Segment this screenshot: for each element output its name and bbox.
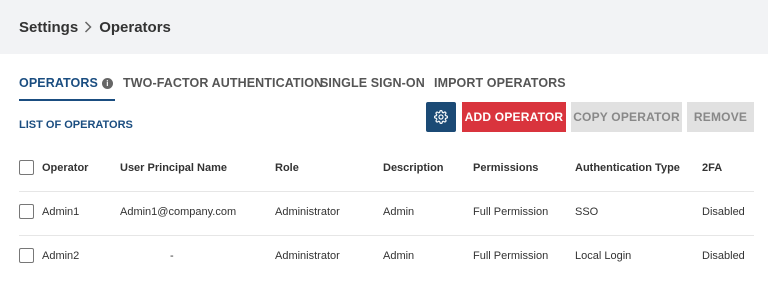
operators-table: Operator User Principal Name Role Descri… (0, 148, 768, 279)
auth-type-cell: SSO (575, 206, 599, 218)
role-cell: Administrator (275, 250, 340, 262)
chevron-right-icon (84, 21, 92, 33)
list-title: LIST OF OPERATORS (19, 119, 133, 131)
table-row[interactable]: Admin2 - Administrator Admin Full Permis… (19, 236, 754, 279)
tab-import-operators[interactable]: IMPORT OPERATORS (434, 76, 566, 90)
settings-button[interactable] (426, 102, 456, 132)
column-header-2fa[interactable]: 2FA (702, 162, 722, 174)
gear-icon (434, 110, 448, 124)
operator-cell: Admin1 (42, 206, 80, 218)
remove-button[interactable]: REMOVE (687, 102, 754, 132)
row-checkbox[interactable] (19, 204, 34, 219)
tab-two-factor-authentication[interactable]: TWO-FACTOR AUTHENTICATION (123, 76, 323, 90)
table-header-row: Operator User Principal Name Role Descri… (19, 148, 754, 192)
info-icon[interactable]: i (101, 78, 113, 89)
breadcrumb-settings[interactable]: Settings (19, 19, 78, 36)
upn-cell: Admin1@company.com (120, 206, 237, 218)
add-operator-button[interactable]: ADD OPERATOR (462, 102, 566, 132)
twofa-cell: Disabled (702, 206, 745, 218)
column-header-role[interactable]: Role (275, 162, 299, 174)
active-tab-indicator (19, 99, 115, 101)
row-checkbox[interactable] (19, 248, 34, 263)
tab-operators-label: OPERATORS (19, 76, 98, 90)
tab-bar: OPERATORS i TWO-FACTOR AUTHENTICATION SIN… (0, 62, 768, 102)
breadcrumb-operators: Operators (99, 18, 171, 36)
operator-cell: Admin2 (42, 250, 80, 262)
copy-operator-button[interactable]: COPY OPERATOR (571, 102, 682, 132)
column-header-upn[interactable]: User Principal Name (120, 162, 227, 174)
column-header-operator[interactable]: Operator (42, 162, 88, 174)
table-row[interactable]: Admin1 Admin1@company.com Administrator … (19, 192, 754, 236)
tab-single-sign-on[interactable]: SINGLE SIGN-ON (320, 76, 425, 90)
toolbar: LIST OF OPERATORS ADD OPERATOR COPY OPER… (0, 102, 768, 148)
description-cell: Admin (383, 250, 415, 262)
role-cell: Administrator (275, 206, 340, 218)
breadcrumb: Settings Operators (0, 0, 768, 54)
select-all-checkbox[interactable] (19, 160, 34, 175)
auth-type-cell: Local Login (575, 250, 632, 262)
description-cell: Admin (383, 206, 415, 218)
column-header-permissions[interactable]: Permissions (473, 162, 538, 174)
twofa-cell: Disabled (702, 250, 745, 262)
permissions-cell: Full Permission (473, 206, 549, 218)
tab-operators[interactable]: OPERATORS i (19, 76, 115, 101)
column-header-description[interactable]: Description (383, 162, 444, 174)
column-header-authentication-type[interactable]: Authentication Type (575, 162, 680, 174)
permissions-cell: Full Permission (473, 250, 549, 262)
upn-cell: - (170, 250, 174, 262)
